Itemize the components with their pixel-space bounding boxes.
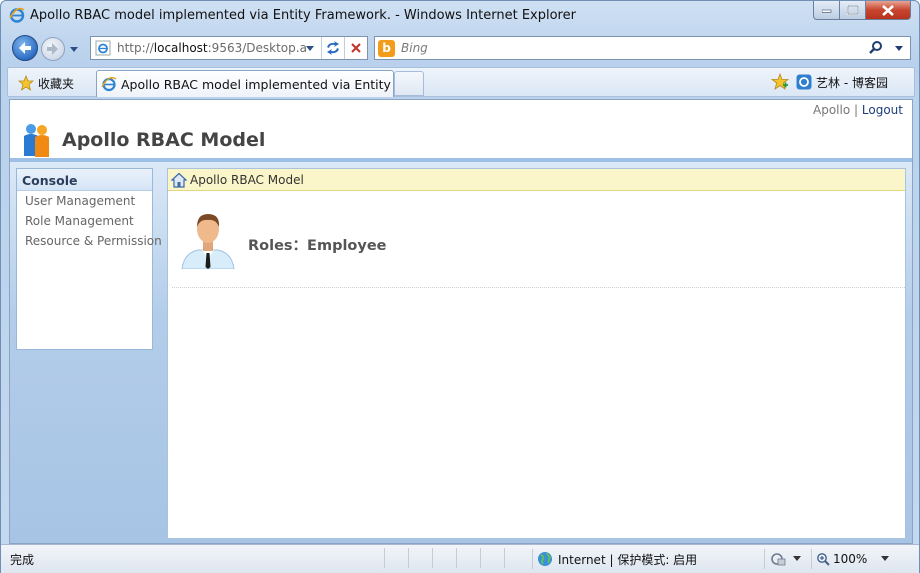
user-links-separator: | <box>854 103 859 117</box>
url-text[interactable]: http://localhost:9563/Desktop.a <box>117 41 307 55</box>
sidebar: Console User Management Role Management … <box>16 168 162 350</box>
minimize-icon <box>821 9 831 13</box>
ie-logo-icon <box>9 7 25 23</box>
maximize-icon <box>846 5 859 15</box>
address-dropdown-icon[interactable] <box>305 43 315 53</box>
sidebar-heading: Console <box>17 169 152 191</box>
stop-icon <box>351 43 361 53</box>
refresh-button[interactable] <box>321 37 343 59</box>
status-panes <box>384 548 528 568</box>
user-avatar-icon <box>181 214 235 269</box>
role-summary: Roles：Employee <box>172 191 909 288</box>
status-pane <box>432 548 456 568</box>
app-header: Apollo RBAC Model <box>10 120 912 162</box>
status-pane <box>504 548 528 568</box>
zoom-icon <box>817 553 830 566</box>
page-ie-icon <box>95 40 111 56</box>
url-path: :9563/Desktop.a <box>207 41 307 55</box>
status-pane <box>408 548 432 568</box>
site-link-label: 艺林 - 博客园 <box>816 75 888 90</box>
chevron-down-icon <box>793 556 801 561</box>
url-prefix: http:// <box>117 41 154 55</box>
breadcrumb-text[interactable]: Apollo RBAC Model <box>190 173 304 187</box>
status-text: 完成 <box>10 553 35 567</box>
back-button[interactable] <box>12 35 38 61</box>
logout-link[interactable]: Logout <box>862 103 903 117</box>
window-controls <box>813 1 911 21</box>
page-viewport: Apollo | Logout Apollo RBAC Model Consol… <box>9 99 913 544</box>
globe-icon <box>538 552 552 566</box>
tab-active[interactable]: Apollo RBAC model implemented via Entity… <box>96 70 394 97</box>
search-options-dropdown-icon[interactable] <box>894 43 904 53</box>
stop-button[interactable] <box>344 37 367 59</box>
status-pane <box>456 548 480 568</box>
refresh-icon <box>326 41 339 55</box>
app-title: Apollo RBAC Model <box>62 129 266 151</box>
navigation-bar: http://localhost:9563/Desktop.a b Bing <box>1 32 919 64</box>
back-arrow-icon <box>19 42 31 54</box>
favorites-star-icon <box>18 75 34 91</box>
maximize-button[interactable] <box>840 1 866 20</box>
user-name: Apollo <box>813 103 851 117</box>
chevron-down-icon <box>881 556 890 561</box>
users-logo-icon <box>24 124 49 157</box>
window-title: Apollo RBAC model implemented via Entity… <box>30 8 576 23</box>
home-icon[interactable] <box>171 172 187 188</box>
sidebar-item-user-management[interactable]: User Management <box>17 191 152 211</box>
sidebar-item-resource-permission[interactable]: Resource & Permission <box>17 231 162 251</box>
security-zone[interactable]: Internet | 保护模式: 启用 <box>532 549 697 569</box>
user-links: Apollo | Logout <box>813 103 903 117</box>
tab-label: Apollo RBAC model implemented via Entity… <box>121 76 391 92</box>
forward-button[interactable] <box>41 37 65 61</box>
page-body: Console User Management Role Management … <box>10 162 912 543</box>
zoom-control[interactable]: 100% <box>811 549 890 569</box>
lock-settings-icon <box>771 553 786 566</box>
main-panel: Apollo RBAC Model Roles：Employee <box>167 168 909 539</box>
protected-mode-toggle[interactable] <box>764 549 801 569</box>
favorites-button[interactable]: 收藏夹 <box>12 72 80 94</box>
title-bar: Apollo RBAC model implemented via Entity… <box>1 1 919 31</box>
tab-ie-icon <box>101 76 117 92</box>
browser-window: Apollo RBAC model implemented via Entity… <box>0 0 920 573</box>
favorites-label: 收藏夹 <box>38 76 75 91</box>
search-placeholder[interactable]: Bing <box>401 41 428 55</box>
favorites-site-link[interactable]: 艺林 - 博客园 <box>796 71 888 93</box>
status-pane <box>384 548 408 568</box>
address-bar[interactable]: http://localhost:9563/Desktop.a <box>90 36 368 60</box>
bing-icon: b <box>378 40 395 57</box>
new-tab-button[interactable] <box>394 71 424 96</box>
roles-text: Roles：Employee <box>248 238 387 254</box>
minimize-button[interactable] <box>813 1 840 20</box>
close-window-button[interactable] <box>866 1 911 20</box>
favorites-bar: 收藏夹 Apollo RBAC model implemented via En… <box>7 67 915 97</box>
status-pane <box>480 548 504 568</box>
url-host: localhost <box>153 41 208 55</box>
forward-arrow-icon <box>47 43 58 55</box>
breadcrumb: Apollo RBAC Model <box>168 169 905 191</box>
user-bar: Apollo | Logout <box>10 100 912 120</box>
history-dropdown-icon[interactable] <box>69 44 79 54</box>
site-favicon-icon <box>796 74 812 90</box>
search-icon[interactable] <box>868 40 884 56</box>
add-favorites-star-icon[interactable] <box>771 73 789 91</box>
close-icon <box>882 4 894 16</box>
search-box[interactable]: b Bing <box>374 36 911 60</box>
zone-label: Internet | 保护模式: 启用 <box>558 552 698 567</box>
zoom-label: 100% <box>833 552 868 566</box>
sidebar-item-role-management[interactable]: Role Management <box>17 211 152 231</box>
status-bar: 完成 Internet | 保护模式: 启用 100% <box>1 544 919 573</box>
